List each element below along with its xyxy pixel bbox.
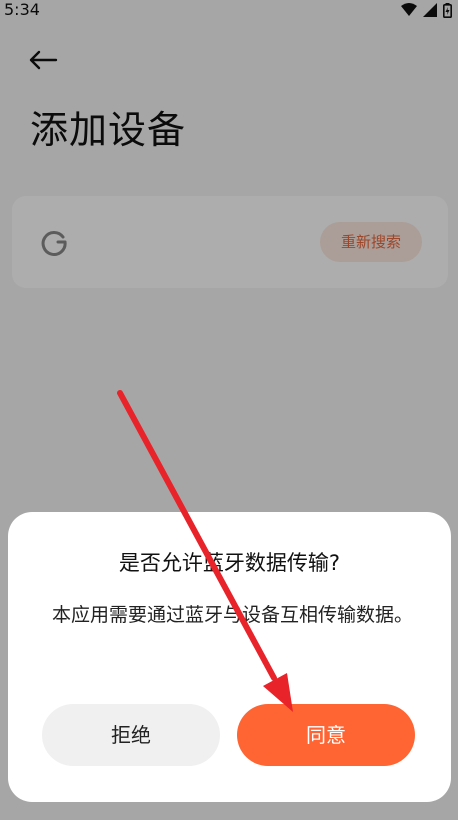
dialog-title: 是否允许蓝牙数据传输? xyxy=(118,551,341,575)
dialog-message: 本应用需要通过蓝牙与设备互相传输数据。 xyxy=(52,604,414,626)
agree-button[interactable]: 同意 xyxy=(237,704,415,766)
bluetooth-permission-dialog: 是否允许蓝牙数据传输? 本应用需要通过蓝牙与设备互相传输数据。 拒绝 同意 xyxy=(8,512,451,802)
deny-button[interactable]: 拒绝 xyxy=(42,704,220,766)
